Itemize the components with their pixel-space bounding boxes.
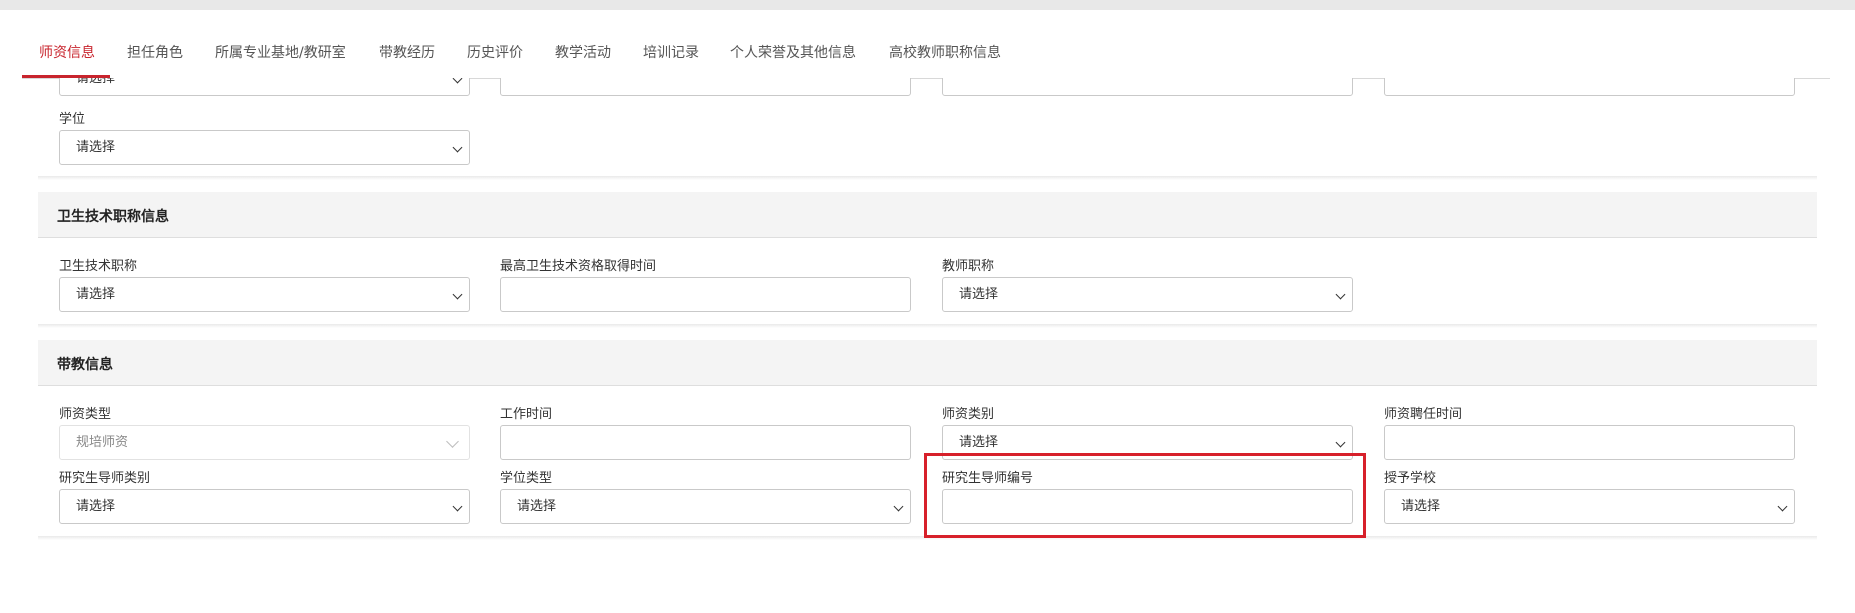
work-time-input[interactable] (500, 425, 911, 460)
tab-honors-other[interactable]: 个人荣誉及其他信息 (730, 42, 856, 62)
grant-school-select[interactable]: 请选择 (1384, 489, 1795, 524)
degree-type-label: 学位类型 (500, 471, 553, 486)
tab-training-records[interactable]: 培训记录 (643, 42, 699, 62)
hire-time-label: 师资聘任时间 (1384, 407, 1463, 422)
chevron-down-icon (452, 501, 463, 512)
chevron-down-icon (1335, 289, 1346, 300)
select-value: 请选择 (76, 287, 116, 302)
faculty-type-select[interactable]: 规培师资 (59, 425, 470, 460)
education-partial-select[interactable]: 请选择 (59, 78, 470, 96)
select-value: 请选择 (959, 287, 999, 302)
page-frame: 师资信息 担任角色 所属专业基地/教研室 带教经历 历史评价 教学活动 培训记录… (0, 10, 1855, 613)
chevron-down-icon (452, 78, 463, 84)
degree-select[interactable]: 请选择 (59, 130, 470, 165)
tab-university-title[interactable]: 高校教师职称信息 (889, 42, 1001, 62)
select-value: 请选择 (517, 499, 557, 514)
teaching-section-header: 带教信息 (38, 340, 1817, 386)
tab-roles[interactable]: 担任角色 (127, 42, 183, 62)
health-title-section-header: 卫生技术职称信息 (38, 192, 1817, 238)
teacher-title-select[interactable]: 请选择 (942, 277, 1353, 312)
section-divider (38, 324, 1817, 328)
highest-qualification-time-input[interactable] (500, 277, 911, 312)
chevron-down-icon (1335, 437, 1346, 448)
highest-qualification-time-label: 最高卫生技术资格取得时间 (500, 259, 657, 274)
section-title: 带教信息 (57, 357, 113, 373)
tab-teaching-history[interactable]: 带教经历 (379, 42, 435, 62)
education-partial-input-3[interactable] (942, 78, 1353, 96)
section-title: 卫生技术职称信息 (57, 209, 169, 225)
work-time-label: 工作时间 (500, 407, 553, 422)
chevron-down-icon (452, 142, 463, 153)
tab-history-evaluation[interactable]: 历史评价 (467, 42, 523, 62)
chevron-down-icon (452, 289, 463, 300)
select-value: 请选择 (76, 78, 116, 86)
tab-bar: 师资信息 担任角色 所属专业基地/教研室 带教经历 历史评价 教学活动 培训记录… (22, 10, 1830, 79)
education-partial-input-2[interactable] (500, 78, 911, 96)
select-value: 请选择 (1401, 499, 1441, 514)
select-value: 请选择 (76, 499, 116, 514)
chevron-down-icon (446, 435, 459, 448)
tab-faculty-info[interactable]: 师资信息 (39, 42, 95, 62)
supervisor-category-select[interactable]: 请选择 (59, 489, 470, 524)
section-divider (38, 176, 1817, 180)
select-value: 规培师资 (76, 435, 129, 450)
education-partial-input-4[interactable] (1384, 78, 1795, 96)
chevron-down-icon (1777, 501, 1788, 512)
tab-base-department[interactable]: 所属专业基地/教研室 (215, 42, 346, 62)
degree-type-select[interactable]: 请选择 (500, 489, 911, 524)
form-content: 请选择 学位 请选择 卫生技术职称信息 卫生技术职称 请选择 最高卫生技术资格取… (38, 78, 1817, 613)
teacher-title-label: 教师职称 (942, 259, 995, 274)
supervisor-category-label: 研究生导师类别 (59, 471, 151, 486)
faculty-type-label: 师资类型 (59, 407, 112, 422)
hire-time-input[interactable] (1384, 425, 1795, 460)
degree-label: 学位 (59, 112, 86, 127)
chevron-down-icon (893, 501, 904, 512)
annotation-highlight-box (924, 453, 1366, 538)
select-value: 请选择 (76, 140, 116, 155)
tab-teaching-activities[interactable]: 教学活动 (555, 42, 611, 62)
grant-school-label: 授予学校 (1384, 471, 1437, 486)
health-title-select[interactable]: 请选择 (59, 277, 470, 312)
faculty-category-label: 师资类别 (942, 407, 995, 422)
health-title-label: 卫生技术职称 (59, 259, 138, 274)
